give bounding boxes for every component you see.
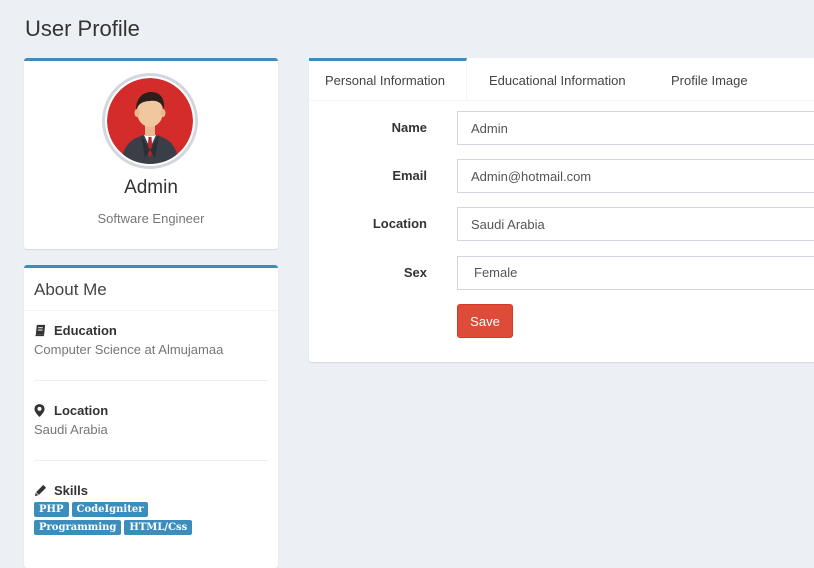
email-label: Email bbox=[392, 168, 427, 183]
skill-tag: HTML/Css bbox=[124, 520, 193, 535]
location-heading: Location bbox=[54, 403, 109, 418]
skill-tags: PHP CodeIgniter Programming HTML/Css bbox=[34, 502, 234, 535]
skills-heading: Skills bbox=[54, 483, 88, 498]
form-row-sex: Sex Female bbox=[309, 256, 814, 290]
divider bbox=[34, 460, 268, 461]
location-text: Saudi Arabia bbox=[34, 422, 108, 437]
profile-card: Admin Software Engineer bbox=[24, 58, 278, 249]
about-me-card: About Me Education Computer Science at A… bbox=[24, 265, 278, 568]
about-skills: Skills PHP CodeIgniter Programming HTML/… bbox=[34, 483, 268, 535]
education-text: Computer Science at Almujamaa bbox=[34, 342, 224, 357]
tab-personal-information[interactable]: Personal Information bbox=[309, 58, 467, 100]
location-field[interactable] bbox=[457, 207, 814, 241]
name-label: Name bbox=[391, 120, 427, 135]
skill-tag: CodeIgniter bbox=[71, 502, 149, 517]
skill-tag: Programming bbox=[34, 520, 122, 535]
tab-bar: Personal Information Educational Informa… bbox=[309, 58, 814, 101]
about-location: Location Saudi Arabia bbox=[34, 403, 268, 437]
pencil-icon bbox=[34, 484, 48, 498]
profile-role: Software Engineer bbox=[97, 211, 205, 226]
location-label: Location bbox=[372, 216, 427, 231]
divider bbox=[24, 310, 278, 311]
tab-educational-information[interactable]: Educational Information bbox=[473, 58, 642, 100]
save-button[interactable]: Save bbox=[457, 304, 513, 338]
education-heading: Education bbox=[54, 323, 117, 338]
form-row-email: Email bbox=[309, 159, 814, 193]
book-icon bbox=[34, 324, 48, 338]
form-row-location: Location bbox=[309, 207, 814, 241]
sex-label: Sex bbox=[403, 265, 427, 280]
skill-tag: PHP bbox=[34, 502, 69, 517]
about-me-title: About Me bbox=[34, 280, 107, 299]
divider bbox=[34, 380, 268, 381]
avatar bbox=[102, 73, 198, 169]
tab-profile-image[interactable]: Profile Image bbox=[655, 58, 764, 100]
email-field[interactable] bbox=[457, 159, 814, 193]
profile-tabs-panel: Personal Information Educational Informa… bbox=[309, 58, 814, 362]
avatar-image bbox=[107, 78, 193, 164]
profile-name: Admin bbox=[124, 177, 178, 198]
name-field[interactable] bbox=[457, 111, 814, 145]
about-education: Education Computer Science at Almujamaa bbox=[34, 323, 268, 357]
page-title: User Profile bbox=[25, 16, 140, 41]
form-row-name: Name bbox=[309, 111, 814, 145]
sex-select[interactable]: Female bbox=[457, 256, 814, 290]
map-marker-icon bbox=[34, 403, 48, 418]
